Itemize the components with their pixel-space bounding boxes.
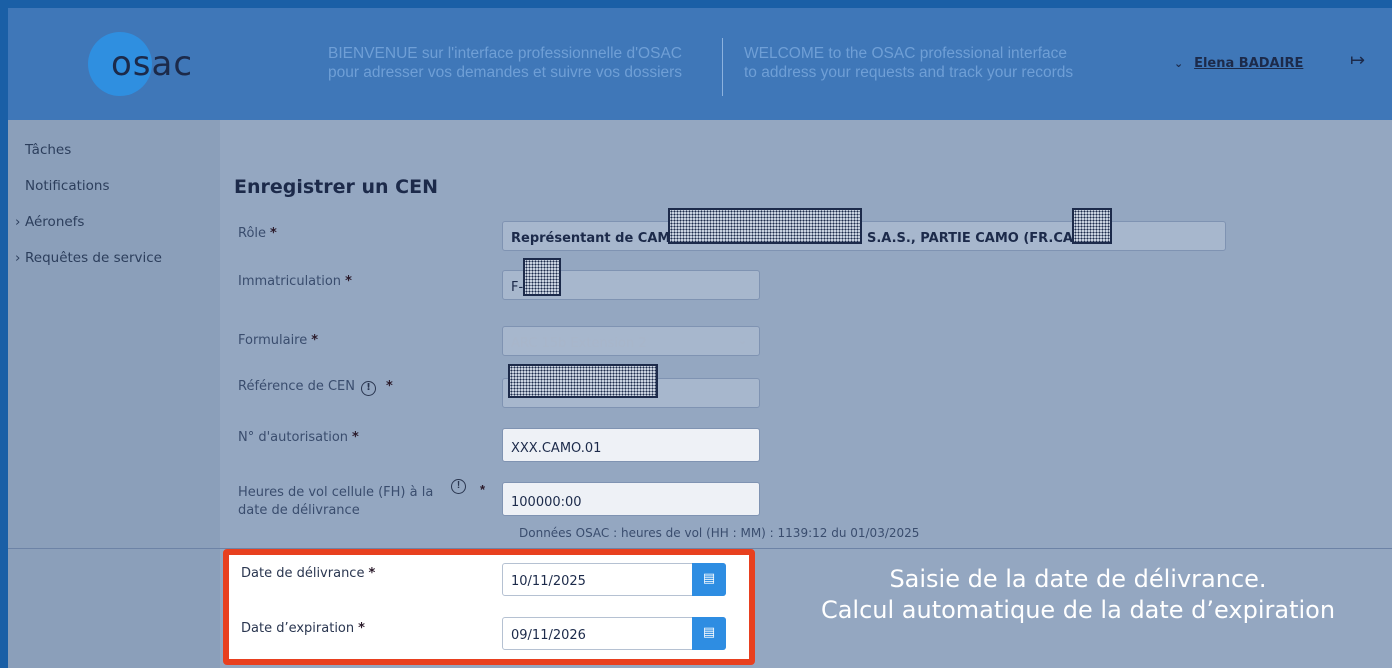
required-mark: *	[345, 274, 352, 289]
chevron-down-icon: ⌄	[1174, 57, 1184, 70]
autorisation-label-text: N° d'autorisation	[238, 430, 349, 445]
welcome-en-line1: WELCOME to the OSAC professional interfa…	[744, 45, 1068, 62]
sidebar-item-label: Notifications	[25, 178, 110, 194]
required-mark: *	[352, 430, 359, 445]
user-menu[interactable]: ⌄ Elena BADAIRE	[1174, 55, 1303, 71]
heures-field[interactable]: 100000:00	[502, 482, 760, 516]
sidebar-item-label: Requêtes de service	[25, 250, 162, 266]
expiration-label-text: Date d’expiration	[241, 621, 355, 636]
sidebar-item-notifications[interactable]: Notifications	[25, 178, 110, 194]
formulaire-label: Formulaire *	[238, 333, 318, 348]
info-icon[interactable]: !	[361, 381, 376, 396]
immat-label: Immatriculation *	[238, 274, 352, 289]
required-mark: *	[480, 482, 486, 497]
logo-text: osac	[111, 44, 194, 84]
sidebar-item-label: Tâches	[25, 142, 72, 158]
chevron-right-icon: ›	[15, 250, 21, 266]
heures-label-line2: date de délivrance	[238, 503, 360, 518]
sidebar-item-taches[interactable]: Tâches	[25, 142, 71, 158]
welcome-fr: BIENVENUE sur l'interface professionnell…	[295, 44, 715, 82]
sidebar-item-label: Aéronefs	[25, 214, 85, 230]
formulaire-select[interactable]: ARC 15b Extension 2 ⌄	[502, 326, 760, 356]
calendar-icon[interactable]: ▤	[692, 617, 726, 650]
required-mark: *	[358, 621, 365, 636]
user-name-link[interactable]: Elena BADAIRE	[1194, 56, 1303, 71]
delivrance-value: 10/11/2025	[511, 574, 586, 589]
role-value-suffix: S.A.S., PARTIE CAMO (FR.CAMO.	[867, 231, 1102, 246]
welcome-en: WELCOME to the OSAC professional interfa…	[744, 44, 1144, 82]
sidebar-item-requetes[interactable]: › Requêtes de service	[15, 250, 162, 266]
delivrance-label-text: Date de délivrance	[241, 566, 365, 581]
welcome-separator	[722, 38, 723, 96]
autorisation-value: XXX.CAMO.01	[511, 441, 602, 456]
page-title: Enregistrer un CEN	[234, 176, 438, 198]
immat-value: F-	[511, 280, 524, 295]
autorisation-label: N° d'autorisation *	[238, 430, 359, 445]
required-mark: *	[386, 379, 393, 394]
chevron-down-icon: ⌄	[737, 334, 747, 347]
autorisation-field[interactable]: XXX.CAMO.01	[502, 428, 760, 462]
delivrance-label: Date de délivrance *	[241, 566, 375, 581]
formulaire-label-text: Formulaire	[238, 333, 308, 348]
ref-label-text: Référence de CEN	[238, 379, 355, 394]
immat-label-text: Immatriculation	[238, 274, 342, 289]
app-frame: osac BIENVENUE sur l'interface professio…	[8, 8, 1392, 668]
required-mark: *	[368, 566, 376, 581]
role-label: Rôle *	[238, 226, 277, 241]
sidebar-item-aeronefs[interactable]: › Aéronefs	[15, 214, 85, 230]
info-icon[interactable]: !	[451, 479, 466, 494]
expiration-date-input[interactable]: 09/11/2026 ▤	[502, 617, 726, 650]
bottom-sidebar	[8, 549, 220, 668]
caption-line1: Saisie de la date de délivrance.	[889, 565, 1267, 593]
redacted-block	[523, 258, 561, 296]
header: osac BIENVENUE sur l'interface professio…	[8, 8, 1392, 120]
heures-label-line1: Heures de vol cellule (FH) à la	[238, 485, 434, 500]
role-field[interactable]: Représentant de CAMO S.A.S., PARTIE CAMO…	[502, 221, 1226, 251]
chevron-right-icon: ›	[15, 214, 21, 230]
calendar-icon[interactable]: ▤	[692, 563, 726, 596]
caption: Saisie de la date de délivrance. Calcul …	[778, 564, 1378, 626]
formulaire-value: ARC 15b Extension 2	[511, 336, 647, 351]
logout-icon[interactable]: ↦	[1350, 50, 1365, 71]
role-value-prefix: Représentant de CAMO	[511, 231, 682, 246]
required-mark: *	[270, 226, 277, 241]
welcome-fr-line2: pour adresser vos demandes et suivre vos…	[327, 64, 683, 81]
expiration-value: 09/11/2026	[511, 628, 586, 643]
heures-hint: Données OSAC : heures de vol (HH : MM) :…	[519, 526, 920, 540]
redacted-block	[508, 364, 658, 398]
expiration-label: Date d’expiration *	[241, 621, 365, 636]
ref-label: Référence de CEN! *	[238, 379, 393, 396]
heures-value: 100000:00	[511, 495, 582, 510]
welcome-en-line2: to address your requests and track your …	[744, 64, 1074, 81]
delivrance-date-input[interactable]: 10/11/2025 ▤	[502, 563, 726, 596]
caption-line2: Calcul automatique de la date d’expirati…	[820, 596, 1336, 624]
redacted-block	[668, 208, 862, 244]
welcome-fr-line1: BIENVENUE sur l'interface professionnell…	[328, 45, 682, 62]
required-mark: *	[311, 333, 319, 348]
heures-label: Heures de vol cellule (FH) à la date de …	[238, 484, 458, 520]
role-label-text: Rôle	[238, 226, 267, 241]
redacted-block	[1072, 208, 1112, 244]
